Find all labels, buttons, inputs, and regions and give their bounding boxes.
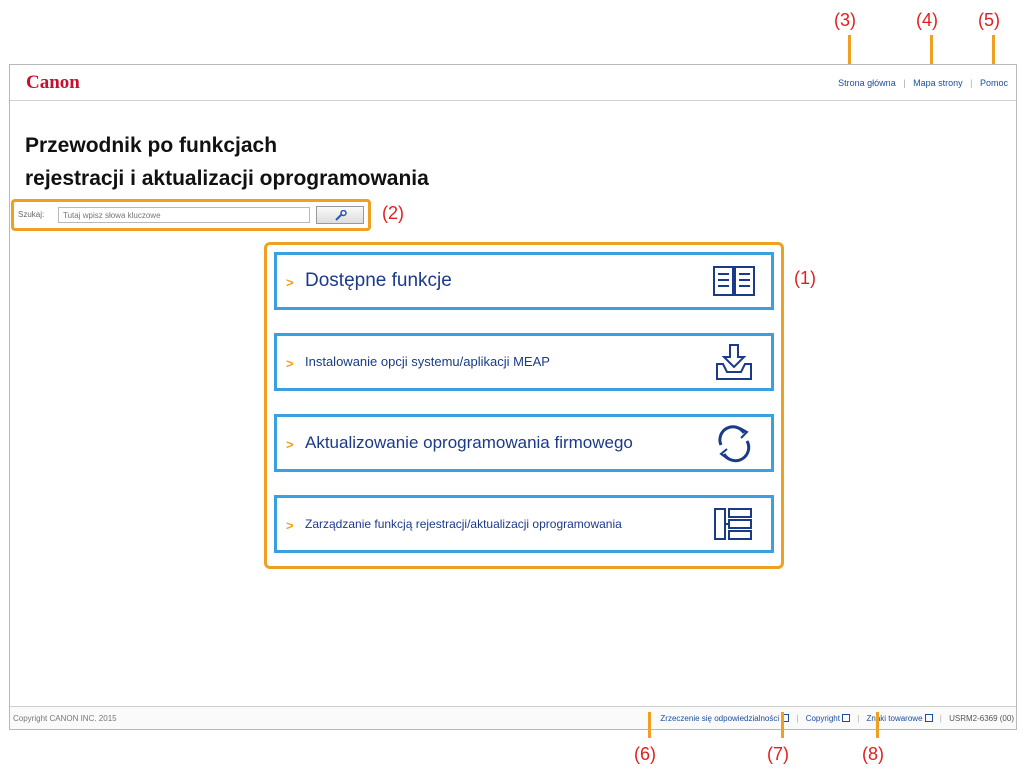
download-tray-icon [716,344,752,380]
refresh-arrows-icon [718,425,751,463]
link-disclaimer-label: Zrzeczenie się odpowiedzialności [660,714,780,723]
callout-3: (3) [834,10,856,30]
header-links: Strona główna | Mapa strony | Pomoc [838,78,1008,88]
search-button[interactable] [316,206,364,224]
marker-7 [781,712,784,738]
browser-frame: Canon Strona główna | Mapa strony | Pomo… [9,64,1017,730]
book-icon [713,266,755,296]
menu-item-manage-registration[interactable]: > Zarządzanie funkcją rejestracji/aktual… [274,495,774,553]
menu-item-label: Aktualizowanie oprogramowania firmowego [305,433,633,452]
marker-8 [876,712,879,738]
chevron-right-icon: > [286,518,294,533]
footer-links: Zrzeczenie się odpowiedzialności | Copyr… [660,714,1014,723]
chevron-right-icon: > [286,275,294,290]
page-title: Przewodnik po funkcjach rejestracji i ak… [25,129,429,195]
footer-bar: Copyright CANON INC. 2015 Zrzeczenie się… [10,706,1016,729]
callout-8: (8) [862,744,884,764]
menu-item-available-functions[interactable]: > Dostępne funkcje [274,252,774,310]
search-label: Szukaj: [18,210,45,219]
page-title-line1: Przewodnik po funkcjach [25,134,278,157]
separator: | [903,78,906,88]
callout-4: (4) [916,10,938,30]
search-area: Szukaj: [11,199,371,231]
page-title-line2: rejestracji i aktualizacji oprogramowani… [25,167,429,190]
external-window-icon [924,714,933,722]
separator: | [970,78,973,88]
link-copyright[interactable]: Copyright [806,714,850,723]
link-copyright-label: Copyright [805,714,840,723]
menu-item-label: Dostępne funkcje [305,270,452,291]
link-help[interactable]: Pomoc [980,78,1008,88]
chevron-right-icon: > [286,356,294,371]
chevron-right-icon: > [286,437,294,452]
menu-item-label: Instalowanie opcji systemu/aplikacji MEA… [305,354,550,369]
marker-6 [648,712,651,738]
callout-7: (7) [767,744,789,764]
callout-1: (1) [794,268,816,288]
header-bar: Canon Strona główna | Mapa strony | Pomo… [10,65,1016,101]
canon-logo: Canon [26,72,80,93]
external-window-icon [841,714,850,722]
copyright-text: Copyright CANON INC. 2015 [13,714,117,723]
search-wrench-icon [335,210,347,221]
menu-item-firmware-update[interactable]: > Aktualizowanie oprogramowania firmoweg… [274,414,774,472]
search-input[interactable] [58,207,310,223]
link-disclaimer[interactable]: Zrzeczenie się odpowiedzialności [660,714,790,723]
list-tree-icon [714,508,752,540]
callout-6: (6) [634,744,656,764]
document-id: USRM2-6369 (00) [949,714,1014,723]
link-sitemap[interactable]: Mapa strony [913,78,963,88]
link-home[interactable]: Strona główna [838,78,896,88]
callout-5: (5) [978,10,1000,30]
menu-item-label: Zarządzanie funkcją rejestracji/aktualiz… [305,517,622,531]
menu-area: > Dostępne funkcje > Instalowanie opcji … [264,242,784,569]
link-trademarks-label: Znaki towarowe [866,714,923,723]
menu-item-install-options[interactable]: > Instalowanie opcji systemu/aplikacji M… [274,333,774,391]
separator: | [857,714,860,723]
separator: | [939,714,942,723]
callout-2: (2) [382,203,404,223]
separator: | [796,714,799,723]
